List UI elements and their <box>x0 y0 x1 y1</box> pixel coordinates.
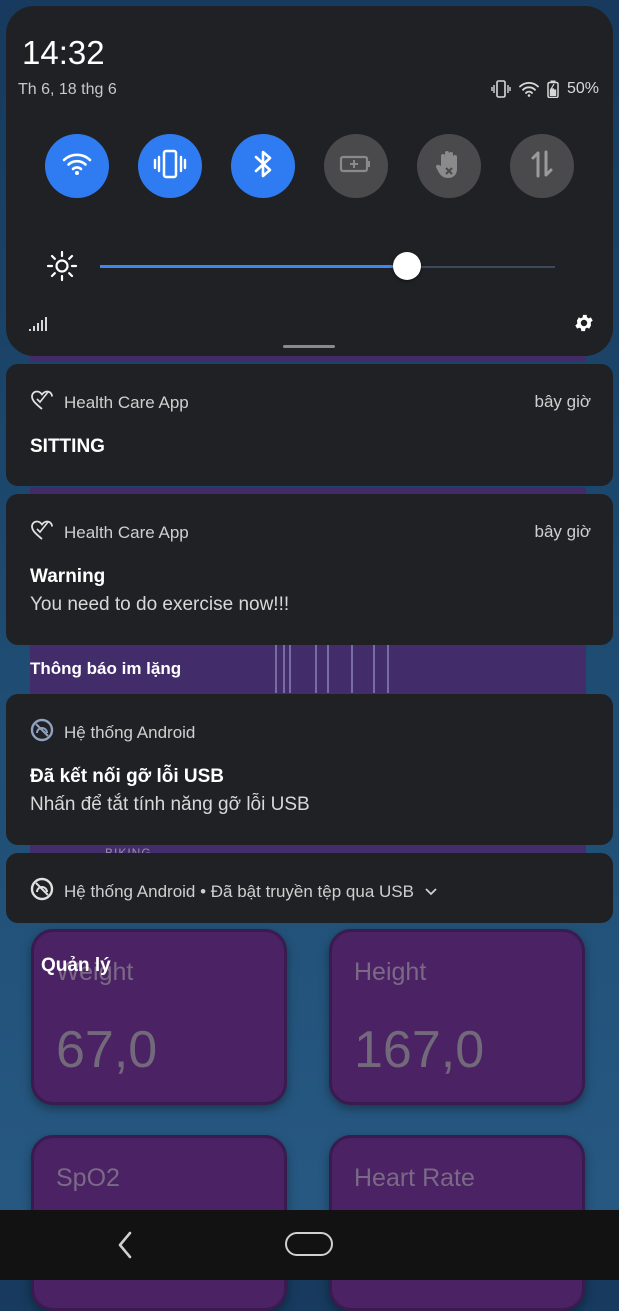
heart-app-icon <box>30 518 54 547</box>
silent-notifications-header: Thông báo im lặng <box>30 659 182 678</box>
section-title-quan-ly: Quản lý <box>41 955 111 976</box>
card-label: Height <box>354 958 427 986</box>
quick-tiles <box>45 134 575 198</box>
android-system-icon <box>30 718 54 747</box>
chevron-down-icon[interactable] <box>424 882 438 902</box>
card-value: 167,0 <box>354 1021 485 1079</box>
vibrate-status-icon <box>491 80 511 98</box>
notification-text: You need to do exercise now!!! <box>30 594 290 615</box>
back-icon[interactable] <box>112 1230 138 1265</box>
do-not-disturb-tile[interactable] <box>417 134 481 198</box>
notification-summary: Hệ thống Android • Đã bật truyền tệp qua… <box>64 881 414 901</box>
battery-percent: 50% <box>566 80 599 97</box>
bg-strip <box>30 356 586 362</box>
bluetooth-icon <box>252 149 274 184</box>
vibrate-tile[interactable] <box>138 134 202 198</box>
do-not-disturb-hand-icon <box>435 148 463 185</box>
navigation-bar <box>0 1210 619 1280</box>
brightness-control <box>46 248 576 284</box>
notification-time: bây giờ <box>534 522 591 541</box>
height-card[interactable]: Height 167,0 <box>329 929 585 1105</box>
brightness-slider-fill <box>100 265 408 268</box>
home-button[interactable] <box>285 1232 333 1256</box>
date[interactable]: Th 6, 18 thg 6 <box>18 81 117 99</box>
notification-text: Nhấn để tắt tính năng gỡ lỗi USB <box>30 794 310 815</box>
clock[interactable]: 14:32 <box>22 34 105 72</box>
wifi-icon <box>62 152 92 181</box>
vibrate-icon <box>153 149 187 184</box>
bg-chart-lines <box>275 645 395 693</box>
signal-strength-icon <box>28 316 48 337</box>
notification-title: Warning <box>30 566 106 587</box>
notification-card[interactable]: Health Care App bây giờ Warning You need… <box>6 494 613 645</box>
notification-card[interactable]: Hệ thống Android Đã kết nối gỡ lỗi USB N… <box>6 694 613 845</box>
expand-handle[interactable] <box>283 345 335 348</box>
notification-header: Hệ thống Android <box>30 718 195 747</box>
battery-icon <box>547 80 559 98</box>
status-icons: 50% <box>491 80 599 98</box>
battery-saver-tile[interactable] <box>324 134 388 198</box>
settings-gear-icon[interactable] <box>573 312 595 339</box>
notification-header: Hệ thống Android • Đã bật truyền tệp qua… <box>30 877 438 906</box>
android-system-icon <box>30 877 54 906</box>
card-value: 67,0 <box>56 1021 158 1079</box>
heart-app-icon <box>30 388 54 417</box>
brightness-slider-thumb[interactable] <box>393 252 422 280</box>
notification-card-collapsed[interactable]: Hệ thống Android • Đã bật truyền tệp qua… <box>6 853 613 923</box>
card-label: Heart Rate <box>354 1164 475 1192</box>
wifi-status-icon <box>519 81 539 97</box>
wifi-tile[interactable] <box>45 134 109 198</box>
notification-app-name: Health Care App <box>64 392 189 412</box>
notification-title: SITTING <box>30 436 105 457</box>
battery-saver-icon <box>339 154 373 179</box>
quick-settings-panel: 14:32 Th 6, 18 thg 6 50% <box>6 6 613 356</box>
bluetooth-tile[interactable] <box>231 134 295 198</box>
notification-time: bây giờ <box>534 392 591 411</box>
card-label: SpO2 <box>56 1164 120 1192</box>
notification-header: Health Care App <box>30 388 189 417</box>
notification-title: Đã kết nối gỡ lỗi USB <box>30 766 225 787</box>
brightness-icon <box>46 250 78 287</box>
mobile-data-tile[interactable] <box>510 134 574 198</box>
notification-header: Health Care App <box>30 518 189 547</box>
notification-app-name: Health Care App <box>64 522 189 542</box>
mobile-data-icon <box>529 149 555 184</box>
notification-card[interactable]: Health Care App bây giờ SITTING <box>6 364 613 486</box>
notification-app-name: Hệ thống Android <box>64 722 196 742</box>
